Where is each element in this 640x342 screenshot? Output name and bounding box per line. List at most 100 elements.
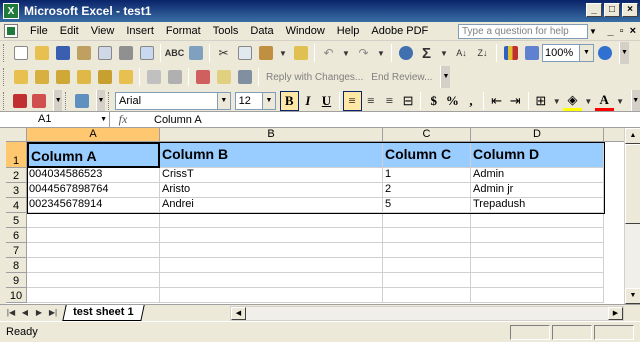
toolbar-options[interactable]: ▼: [52, 90, 63, 112]
chevron-down-icon[interactable]: ▼: [276, 43, 290, 63]
column-header-c[interactable]: C: [383, 128, 471, 142]
cell-a2[interactable]: 004034586523: [27, 168, 160, 183]
align-right-icon[interactable]: ≡: [380, 91, 399, 111]
empty-cell[interactable]: [27, 288, 160, 303]
horizontal-scrollbar[interactable]: ◀ ▶: [230, 306, 624, 321]
chevron-down-icon[interactable]: ▼: [437, 43, 451, 63]
spelling-icon[interactable]: ABC: [164, 43, 185, 63]
empty-cell[interactable]: [471, 243, 604, 258]
redo-icon[interactable]: ↷: [353, 43, 374, 63]
email-icon[interactable]: [94, 43, 115, 63]
chart-wizard-icon[interactable]: [500, 43, 521, 63]
menu-help[interactable]: Help: [331, 25, 366, 37]
chevron-down-icon[interactable]: ▼: [550, 91, 563, 111]
empty-cell[interactable]: [383, 258, 471, 273]
row-header-3[interactable]: 3: [6, 183, 27, 198]
zoom-input[interactable]: 100%: [542, 44, 580, 62]
folder-icon[interactable]: [94, 67, 115, 87]
bold-button[interactable]: B: [279, 91, 299, 111]
empty-cell[interactable]: [160, 213, 383, 228]
save-icon[interactable]: [52, 43, 73, 63]
row-header-4[interactable]: 4: [6, 198, 27, 213]
empty-cell[interactable]: [383, 213, 471, 228]
folder-icon[interactable]: [10, 67, 31, 87]
currency-button[interactable]: $: [424, 91, 443, 111]
doc-close-button[interactable]: ×: [630, 25, 636, 37]
percent-button[interactable]: %: [443, 91, 462, 111]
folder-icon[interactable]: [52, 67, 73, 87]
menu-file[interactable]: File: [24, 25, 54, 37]
folder-icon[interactable]: [115, 67, 136, 87]
paste-icon[interactable]: [255, 43, 276, 63]
folder-icon[interactable]: [31, 67, 52, 87]
scroll-thumb[interactable]: [625, 144, 640, 224]
sort-descending-icon[interactable]: Z↓: [472, 43, 493, 63]
copy-icon[interactable]: [234, 43, 255, 63]
chevron-down-icon[interactable]: ▼: [339, 43, 353, 63]
cut-icon[interactable]: ✂: [213, 43, 234, 63]
menu-adobe-pdf[interactable]: Adobe PDF: [365, 25, 434, 37]
cell-d1[interactable]: Column D: [471, 142, 604, 168]
show-comments-icon[interactable]: [213, 67, 234, 87]
empty-cell[interactable]: [471, 228, 604, 243]
increase-indent-icon[interactable]: ⇥: [506, 91, 525, 111]
empty-cell[interactable]: [160, 258, 383, 273]
chevron-down-icon[interactable]: ▼: [374, 43, 388, 63]
cell-d3[interactable]: Admin jr: [471, 183, 604, 198]
row-header-9[interactable]: 9: [6, 273, 27, 288]
column-header-a[interactable]: A: [27, 128, 160, 142]
cell-a4[interactable]: 002345678914: [27, 198, 160, 213]
doc-restore-button[interactable]: ▫: [620, 25, 624, 37]
toolbar-grip[interactable]: [108, 92, 111, 110]
empty-cell[interactable]: [160, 228, 383, 243]
cell-c4[interactable]: 5: [383, 198, 471, 213]
cell-b2[interactable]: CrissT: [160, 168, 383, 183]
toolbar-grip[interactable]: [3, 92, 6, 110]
underline-button[interactable]: U: [317, 91, 336, 111]
minimize-button[interactable]: _: [586, 3, 602, 17]
chevron-down-icon[interactable]: ▼: [580, 44, 594, 62]
pdf-icon[interactable]: [10, 91, 30, 111]
pdf-email-icon[interactable]: [29, 91, 49, 111]
cell-d2[interactable]: Admin: [471, 168, 604, 183]
menu-tools[interactable]: Tools: [207, 25, 245, 37]
research-icon[interactable]: [185, 43, 206, 63]
align-center-icon[interactable]: ≡: [362, 91, 381, 111]
folder-icon[interactable]: [73, 67, 94, 87]
vertical-scrollbar[interactable]: ▲ ▼: [624, 128, 640, 304]
edit-comment-icon[interactable]: [192, 67, 213, 87]
fill-color-icon[interactable]: ◈: [563, 91, 582, 111]
empty-cell[interactable]: [27, 243, 160, 258]
new-icon[interactable]: [10, 43, 31, 63]
hyperlink-icon[interactable]: [395, 43, 416, 63]
chevron-down-icon[interactable]: ▼: [262, 92, 277, 110]
format-painter-icon[interactable]: [290, 43, 311, 63]
menu-view[interactable]: View: [85, 25, 121, 37]
help-search-input[interactable]: Type a question for help: [458, 24, 588, 39]
cell-b4[interactable]: Andrei: [160, 198, 383, 213]
reply-with-changes-button[interactable]: Reply with Changes...: [266, 72, 363, 83]
cell-a1[interactable]: Column A: [27, 142, 160, 168]
cell-c1[interactable]: Column C: [383, 142, 471, 168]
chevron-down-icon[interactable]: ▼: [100, 112, 107, 127]
chevron-down-icon[interactable]: ▼: [588, 24, 598, 39]
research-icon[interactable]: [72, 91, 92, 111]
undo-icon[interactable]: ↶: [318, 43, 339, 63]
font-size-input[interactable]: 12: [234, 92, 263, 110]
empty-cell[interactable]: [471, 288, 604, 303]
empty-cell[interactable]: [383, 288, 471, 303]
align-left-icon[interactable]: ≡: [342, 91, 362, 111]
menu-edit[interactable]: Edit: [54, 25, 85, 37]
document-icon[interactable]: [4, 24, 18, 38]
toolbar-grip[interactable]: [3, 68, 6, 86]
cell-b3[interactable]: Aristo: [160, 183, 383, 198]
drawing-icon[interactable]: [521, 43, 542, 63]
scroll-up-icon[interactable]: ▲: [625, 128, 640, 144]
menu-window[interactable]: Window: [280, 25, 331, 37]
empty-cell[interactable]: [160, 273, 383, 288]
print-preview-icon[interactable]: [136, 43, 157, 63]
select-all-button[interactable]: [6, 128, 27, 142]
cell-d4[interactable]: Trepadush: [471, 198, 604, 213]
column-header-d[interactable]: D: [471, 128, 604, 142]
empty-cell[interactable]: [160, 243, 383, 258]
